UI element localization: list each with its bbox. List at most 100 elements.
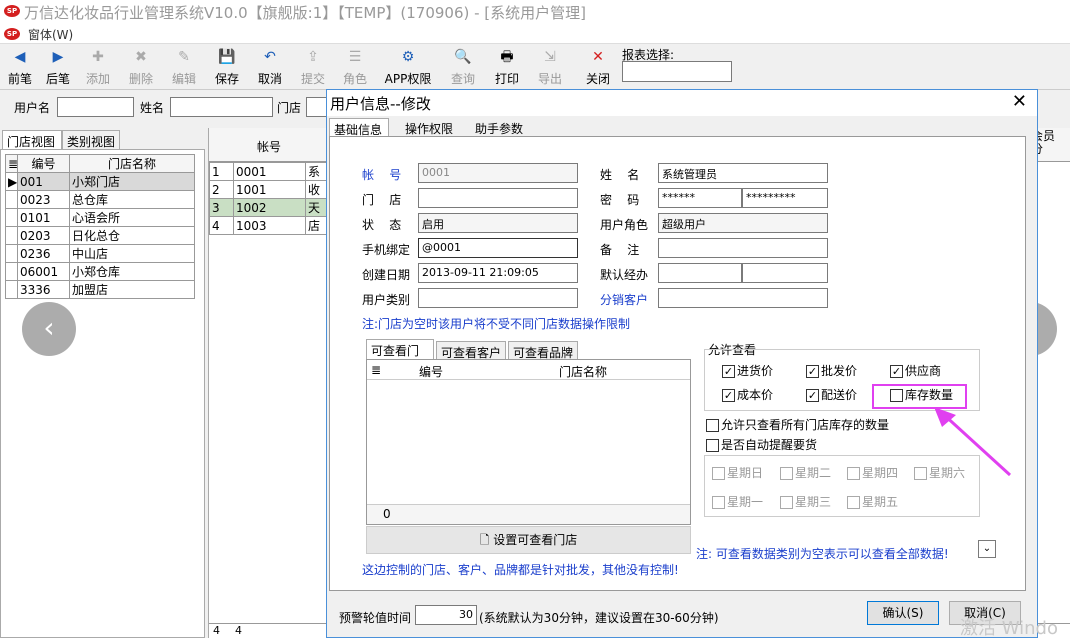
store-name: 心语会所 <box>69 208 195 227</box>
store-name-header: 门店名称 <box>69 154 195 173</box>
tab-viewable-customers[interactable]: 可查看客户 <box>436 341 506 360</box>
weekday-checkbox[interactable]: 星期三 <box>780 493 831 510</box>
row-index: 1 <box>209 162 234 181</box>
role-button[interactable]: ☰ 角色 <box>335 46 375 88</box>
check-icon: ✓ <box>722 365 735 378</box>
tab-viewable-stores[interactable]: 可查看门店 <box>366 339 434 375</box>
submit-button[interactable]: ⇪ 提交 <box>293 46 333 88</box>
document-icon: 🗋 <box>479 533 490 547</box>
row-header-icon: ≣ <box>371 363 382 377</box>
prev-page-button[interactable]: ‹ <box>22 302 76 356</box>
table-row[interactable]: 4 1003 店 <box>209 216 327 235</box>
table-row[interactable]: 3 1002 天 <box>209 198 327 217</box>
delivery-price-checkbox[interactable]: ✓ 配送价 <box>806 386 857 403</box>
tab-operation-permission[interactable]: 操作权限 <box>401 118 457 138</box>
name-label: 姓名 <box>140 101 165 115</box>
chevron-down-icon[interactable]: ⌄ <box>978 540 996 558</box>
add-button[interactable]: ✚ 添加 <box>78 46 118 88</box>
store-field[interactable] <box>418 188 578 208</box>
auto-remind-checkbox[interactable]: 是否自动提醒要货 <box>706 436 817 453</box>
account-cell: 1002 <box>233 198 306 217</box>
print-button[interactable]: 🖶 打印 <box>487 46 527 88</box>
purchase-price-checkbox[interactable]: ✓ 进货价 <box>722 362 773 379</box>
weekday-checkbox[interactable]: 星期日 <box>712 464 763 481</box>
weekday-checkbox[interactable]: 星期五 <box>847 493 898 510</box>
close-toolbar-button[interactable]: ✕ 关闭 <box>578 46 618 88</box>
next-record-button[interactable]: ▶ 后笔 <box>38 46 78 88</box>
cost-price-checkbox[interactable]: ✓ 成本价 <box>722 386 773 403</box>
dist-customer-label[interactable]: 分销客户 <box>600 291 648 308</box>
tab-assistant-params[interactable]: 助手参数 <box>471 118 527 138</box>
store-code: 0023 <box>17 190 70 209</box>
phone-field[interactable]: @0001 <box>418 238 578 258</box>
purchase-price-label: 进货价 <box>737 364 774 378</box>
account-field[interactable]: 0001 <box>418 163 578 183</box>
table-row[interactable]: 1 0001 系 <box>209 162 327 181</box>
store-name: 中山店 <box>69 244 195 263</box>
password-field[interactable]: ****** <box>658 188 742 208</box>
wholesale-price-label: 批发价 <box>821 364 858 378</box>
search-icon: 🔍 <box>454 49 472 65</box>
supplier-checkbox[interactable]: ✓ 供应商 <box>890 362 941 379</box>
table-row[interactable]: 0101 心语会所 <box>5 208 195 227</box>
next-record-label: 后笔 <box>45 72 70 86</box>
prev-record-button[interactable]: ◀ 前笔 <box>0 46 40 88</box>
created-date-field[interactable]: 2013-09-11 21:09:05 <box>418 263 578 283</box>
table-row[interactable]: 2 1001 收 <box>209 180 327 199</box>
store-search-input[interactable] <box>306 97 328 117</box>
row-index: 3 <box>209 198 234 217</box>
export-button[interactable]: ⇲ 导出 <box>530 46 570 88</box>
remark-field[interactable] <box>658 238 828 258</box>
default-handler-field[interactable] <box>658 263 742 283</box>
query-button[interactable]: 🔍 查询 <box>443 46 483 88</box>
edit-button[interactable]: ✎ 编辑 <box>164 46 204 88</box>
save-button[interactable]: 💾 保存 <box>207 46 247 88</box>
table-row[interactable]: 3336 加盟店 <box>5 280 195 299</box>
only-store-stock-checkbox[interactable]: 允许只查看所有门店库存的数量 <box>706 416 889 433</box>
password-confirm-field[interactable]: ********* <box>742 188 828 208</box>
delete-label: 删除 <box>128 72 153 86</box>
add-label: 添加 <box>85 72 110 86</box>
store-name: 日化总仓 <box>69 226 195 245</box>
table-row[interactable]: 0023 总仓库 <box>5 190 195 209</box>
store-code: 0101 <box>17 208 70 227</box>
weekday-checkbox[interactable]: 星期一 <box>712 493 763 510</box>
name-label: 姓 名 <box>600 168 640 182</box>
store-name: 加盟店 <box>69 280 195 299</box>
table-row[interactable]: 06001 小郑仓库 <box>5 262 195 281</box>
account-cell: 1001 <box>233 180 306 199</box>
status-label: 状 态 <box>362 218 402 232</box>
toolbar: ◀ 前笔 ▶ 后笔 ✚ 添加 ✖ 删除 ✎ 编辑 💾 保存 ↶ 取消 ⇪ 提交 ☰ 角色 ⚙ APP… <box>0 44 1070 90</box>
cancel-toolbar-button[interactable]: ↶ 取消 <box>250 46 290 88</box>
status-field[interactable]: 启用 <box>418 213 578 233</box>
default-handler-field-2[interactable] <box>742 263 828 283</box>
table-row[interactable]: 0236 中山店 <box>5 244 195 263</box>
weekday-checkbox[interactable]: 星期四 <box>847 464 898 481</box>
account-cell: 0001 <box>233 162 306 181</box>
name-field[interactable]: 系统管理员 <box>658 163 828 183</box>
weekday-checkbox[interactable]: 星期二 <box>780 464 831 481</box>
row-index: 4 <box>209 216 234 235</box>
dist-customer-field[interactable] <box>658 288 828 308</box>
menu-window[interactable]: 窗体(W) <box>28 26 73 43</box>
tab-basic-info[interactable]: 基础信息 <box>329 118 389 138</box>
report-select-input[interactable] <box>622 61 732 82</box>
confirm-button[interactable]: 确认(S) <box>867 601 939 625</box>
user-type-field[interactable] <box>418 288 578 308</box>
table-row[interactable]: ▶ 001 小郑门店 <box>5 172 195 191</box>
wholesale-price-checkbox[interactable]: ✓ 批发价 <box>806 362 857 379</box>
name-input[interactable] <box>170 97 273 117</box>
dialog-close-icon[interactable]: ✕ <box>1012 91 1027 112</box>
role-field[interactable]: 超级用户 <box>658 213 828 233</box>
app-permission-button[interactable]: ⚙ APP权限 <box>380 46 436 88</box>
tab-viewable-brands[interactable]: 可查看品牌 <box>508 341 578 360</box>
poll-interval-field[interactable]: 30 <box>415 605 477 625</box>
user-table: 1 0001 系 2 1001 收 3 1002 天 4 1003 店 <box>209 162 327 235</box>
tab-category-view[interactable]: 类别视图 <box>62 130 120 150</box>
delete-button[interactable]: ✖ 删除 <box>121 46 161 88</box>
set-viewable-stores-button[interactable]: 🗋 设置可查看门店 <box>366 526 691 554</box>
weekday-label: 星期四 <box>862 466 899 480</box>
table-row[interactable]: 0203 日化总仓 <box>5 226 195 245</box>
tab-store-view[interactable]: 门店视图 <box>2 130 62 150</box>
username-input[interactable] <box>57 97 134 117</box>
